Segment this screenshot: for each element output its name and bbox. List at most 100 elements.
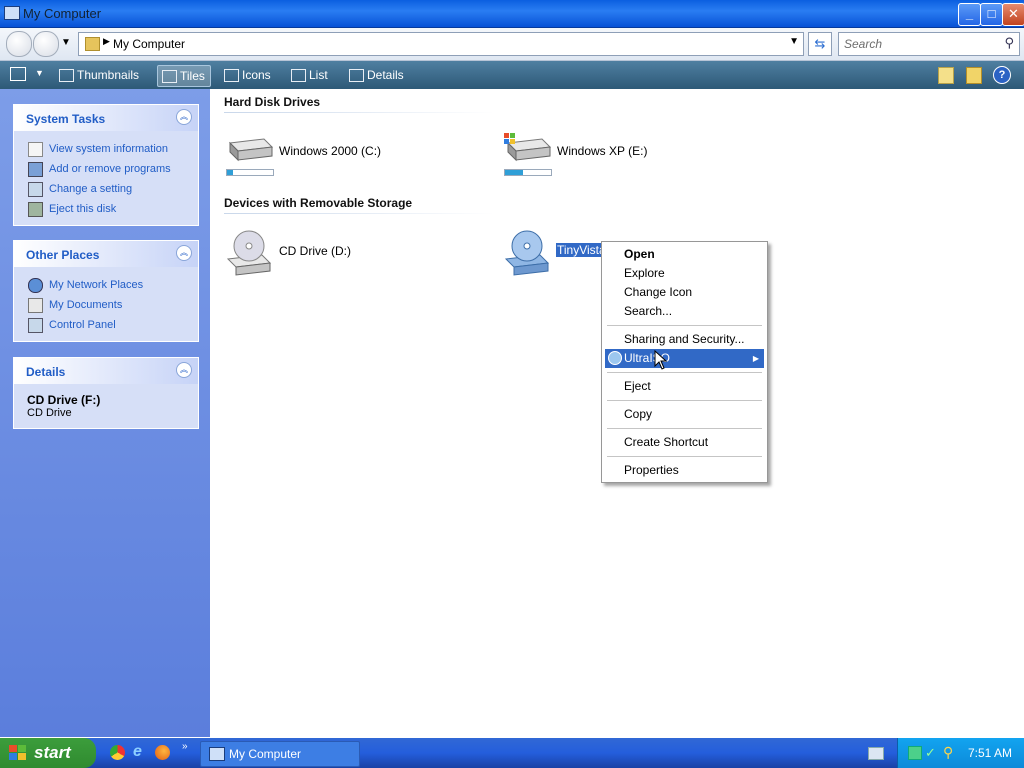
firefox-icon[interactable] <box>155 745 170 760</box>
breadcrumb-arrow-icon[interactable]: ▶ <box>103 36 110 47</box>
clock[interactable]: 7:51 AM <box>968 746 1012 760</box>
cd-drive-icon <box>504 230 550 276</box>
group-divider <box>224 213 494 214</box>
address-field[interactable]: ▶ My Computer ▼ <box>78 32 804 56</box>
menu-separator <box>607 400 762 401</box>
search-input[interactable]: Search ⚲ <box>838 32 1020 56</box>
add-remove-programs-link[interactable]: Add or remove programs <box>14 159 198 179</box>
drive-usage-fill <box>505 170 524 175</box>
menu-item-properties[interactable]: Properties <box>605 461 764 480</box>
drive-usage-fill <box>227 170 233 175</box>
menu-item-open[interactable]: Open <box>605 245 764 264</box>
breadcrumb[interactable]: My Computer <box>113 37 185 51</box>
thumbnails-icon <box>59 69 74 82</box>
drive-tile-c[interactable]: Windows 2000 (C:) <box>224 129 464 179</box>
view-system-info-link[interactable]: View system information <box>14 139 198 159</box>
hard-disk-group-header: Hard Disk Drives <box>224 95 321 109</box>
forward-button[interactable] <box>33 31 59 57</box>
menu-separator <box>607 372 762 373</box>
menu-item-explore[interactable]: Explore <box>605 264 764 283</box>
details-type: CD Drive <box>27 407 72 419</box>
other-places-panel: Other Places ︽ My Network Places My Docu… <box>13 240 199 342</box>
folder-icon <box>85 37 100 51</box>
close-button[interactable]: ✕ <box>1002 3 1024 26</box>
menu-item-create-shortcut[interactable]: Create Shortcut <box>605 433 764 452</box>
minimize-button[interactable]: _ <box>958 3 981 26</box>
toolbar: ▼ Thumbnails Tiles Icons List Details ? <box>0 61 1024 89</box>
chrome-icon[interactable] <box>110 745 125 760</box>
mouse-pointer-icon <box>654 350 668 370</box>
context-menu: Open Explore Change Icon Search... Shari… <box>601 241 768 483</box>
drive-tile-d[interactable]: CD Drive (D:) <box>224 227 464 277</box>
drive-label: Windows 2000 (C:) <box>279 144 382 158</box>
change-setting-link[interactable]: Change a setting <box>14 179 198 199</box>
title-bar[interactable]: My Computer _ □ ✕ <box>0 0 1024 28</box>
taskbar-item-my-computer[interactable]: My Computer <box>200 741 360 767</box>
view-tiles-button[interactable]: Tiles <box>157 65 211 87</box>
layout-icon[interactable] <box>10 67 26 81</box>
drive-tile-e[interactable]: Windows XP (E:) <box>502 129 742 179</box>
control-panel-link[interactable]: Control Panel <box>14 315 198 335</box>
menu-item-copy[interactable]: Copy <box>605 405 764 424</box>
menu-item-ultraiso[interactable]: UltraISO ▶ <box>605 349 764 368</box>
list-icon <box>291 69 306 82</box>
tray-app-icon[interactable] <box>908 746 922 760</box>
layout-dropdown-icon[interactable]: ▼ <box>35 68 44 78</box>
start-button[interactable]: start <box>0 738 96 768</box>
details-header[interactable]: Details ︽ <box>14 358 198 384</box>
search-placeholder: Search <box>844 37 883 51</box>
help-icon[interactable]: ? <box>993 66 1011 84</box>
recent-pages-chevron-icon[interactable]: ▼ <box>61 37 71 48</box>
menu-item-eject[interactable]: Eject <box>605 377 764 396</box>
keyboard-icon[interactable] <box>868 747 884 760</box>
refresh-icon[interactable]: ⇆ <box>808 32 832 56</box>
view-details-button[interactable]: Details <box>345 65 409 85</box>
menu-item-sharing[interactable]: Sharing and Security... <box>605 330 764 349</box>
system-tasks-header[interactable]: System Tasks ︽ <box>14 105 198 131</box>
control-panel-icon <box>28 182 43 197</box>
drive-label-selected: TinyVista <box>556 243 607 257</box>
programs-icon <box>28 162 43 177</box>
tiles-icon <box>162 70 177 83</box>
system-info-icon <box>28 142 43 157</box>
details-panel: Details ︽ CD Drive (F:) CD Drive <box>13 357 199 429</box>
task-pane: System Tasks ︽ View system information A… <box>0 89 210 737</box>
my-network-places-link[interactable]: My Network Places <box>14 275 198 295</box>
view-list-button[interactable]: List <box>287 65 333 85</box>
collapse-icon[interactable]: ︽ <box>176 245 192 261</box>
quicklaunch-chevron-icon[interactable]: » <box>182 741 188 752</box>
removable-group-header: Devices with Removable Storage <box>224 196 413 210</box>
menu-item-change-icon[interactable]: Change Icon <box>605 283 764 302</box>
new-folder-icon[interactable] <box>938 67 954 84</box>
collapse-icon[interactable]: ︽ <box>176 362 192 378</box>
drive-usage-bar <box>504 169 552 176</box>
collapse-icon[interactable]: ︽ <box>176 109 192 125</box>
eject-disk-link[interactable]: Eject this disk <box>14 199 198 219</box>
tray-check-icon[interactable]: ✓ <box>925 745 936 761</box>
address-dropdown-icon[interactable]: ▼ <box>789 36 799 47</box>
my-documents-link[interactable]: My Documents <box>14 295 198 315</box>
search-icon[interactable]: ⚲ <box>1004 35 1014 51</box>
folder-options-icon[interactable] <box>966 67 982 84</box>
view-icons-button[interactable]: Icons <box>220 65 276 85</box>
windows-logo-icon <box>9 745 26 760</box>
maximize-button[interactable]: □ <box>980 3 1003 26</box>
drive-usage-bar <box>226 169 274 176</box>
window-title: My Computer <box>23 6 102 21</box>
eject-icon <box>28 202 43 217</box>
icons-icon <box>224 69 239 82</box>
system-tasks-panel: System Tasks ︽ View system information A… <box>13 104 199 226</box>
tray-search-icon[interactable]: ⚲ <box>943 744 953 761</box>
internet-explorer-icon[interactable]: e <box>133 743 142 761</box>
computer-icon <box>4 6 20 20</box>
hard-drive-windows-icon <box>504 133 552 162</box>
other-places-header[interactable]: Other Places ︽ <box>14 241 198 267</box>
menu-separator <box>607 456 762 457</box>
view-thumbnails-button[interactable]: Thumbnails <box>55 65 144 85</box>
details-name: CD Drive (F:) <box>27 393 101 407</box>
network-icon <box>28 278 43 293</box>
menu-separator <box>607 428 762 429</box>
menu-item-search[interactable]: Search... <box>605 302 764 321</box>
drive-label: Windows XP (E:) <box>557 144 648 158</box>
back-button[interactable] <box>6 31 32 57</box>
